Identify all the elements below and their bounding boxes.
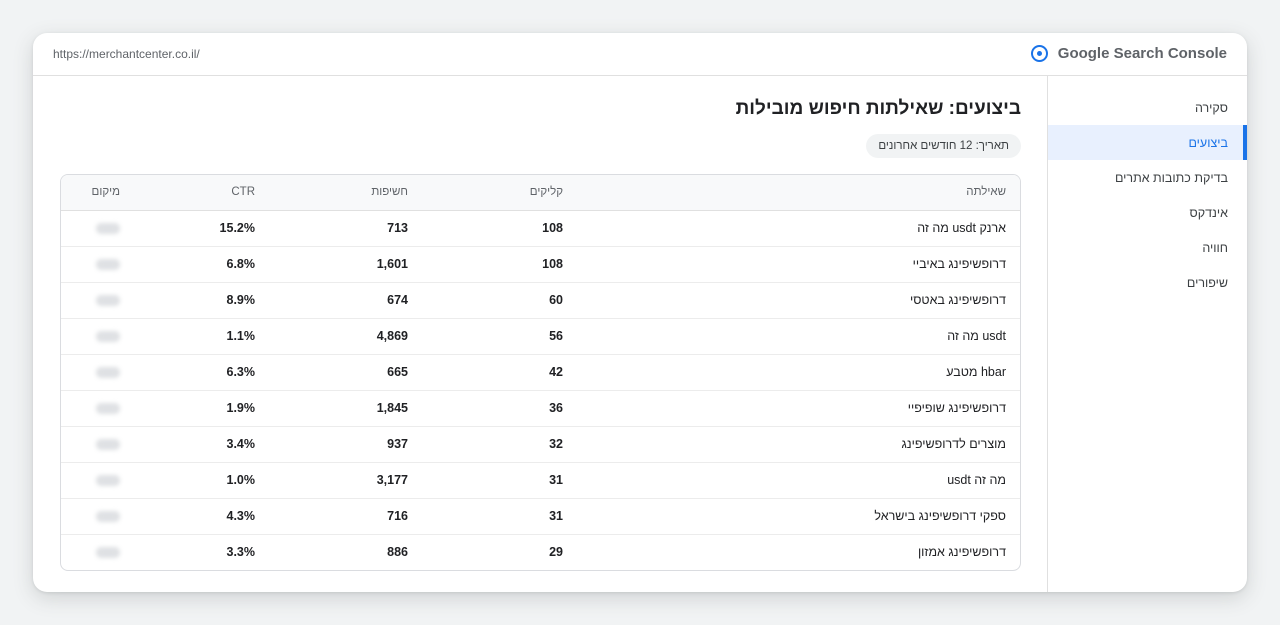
sidebar-item-performance[interactable]: ביצועים	[1048, 125, 1247, 160]
brand[interactable]: Google Search Console	[1030, 45, 1227, 62]
column-header-impressions[interactable]: חשיפות	[255, 175, 408, 211]
cell-query: hbar מטבע	[563, 354, 1020, 391]
cell-query: מה זה usdt	[563, 462, 1020, 499]
cell-position	[61, 282, 120, 319]
cell-impressions: 674	[255, 282, 408, 319]
table-row[interactable]: דרופשיפינג שופיפיי 36 1,845 1.9%	[61, 390, 1020, 427]
table-row[interactable]: usdt מה זה 56 4,869 1.1%	[61, 318, 1020, 355]
redacted-position	[96, 511, 120, 523]
table-row[interactable]: ספקי דרופשיפינג בישראל 31 716 4.3%	[61, 498, 1020, 535]
cell-impressions: 4,869	[255, 318, 408, 355]
column-header-query[interactable]: שאילתה	[563, 175, 1020, 211]
redacted-position	[96, 475, 120, 487]
cell-ctr: 3.3%	[226, 545, 256, 560]
cell-impressions: 716	[255, 498, 408, 535]
table-header-row: שאילתה קליקים חשיפות CTR מיקום	[61, 175, 1020, 211]
table-row[interactable]: ארנק usdt מה זה 108 713 15.2%	[61, 210, 1020, 247]
redacted-position	[96, 223, 120, 235]
cell-ctr: 1.9%	[120, 390, 255, 427]
cell-position	[61, 210, 120, 247]
cell-clicks: 42	[408, 354, 563, 391]
column-header-ctr[interactable]: CTR	[120, 175, 255, 211]
app-window: https://merchantcenter.co.il/ Google Sea…	[33, 33, 1247, 592]
cell-clicks: 60	[408, 282, 563, 319]
search-console-logo-icon	[1030, 45, 1048, 62]
table-row[interactable]: דרופשיפינג אמזון 29 886 3.3%	[61, 534, 1020, 570]
main-content: ביצועים: שאילתות חיפוש מובילות תאריך: 12…	[33, 76, 1047, 592]
cell-clicks: 29	[549, 545, 563, 560]
cell-ctr: 1.0%	[120, 462, 255, 499]
column-header-clicks[interactable]: קליקים	[408, 175, 563, 211]
cell-ctr: 15.2%	[120, 210, 255, 247]
cell-ctr: 6.3%	[120, 354, 255, 391]
cell-position	[61, 390, 120, 427]
cell-ctr: 3.4%	[120, 426, 255, 463]
sidebar-item-overview[interactable]: סקירה	[1048, 90, 1247, 125]
sidebar: סקירה ביצועים בדיקת כתובות אתרים אינדקס …	[1047, 76, 1247, 592]
cell-clicks: 56	[408, 318, 563, 355]
cell-impressions: 1,601	[255, 246, 408, 283]
property-url[interactable]: https://merchantcenter.co.il/	[53, 47, 200, 61]
cell-position	[61, 318, 120, 355]
cell-position	[61, 498, 120, 535]
top-bar: https://merchantcenter.co.il/ Google Sea…	[33, 33, 1247, 76]
redacted-position	[96, 331, 120, 343]
cell-clicks: 31	[408, 462, 563, 499]
cell-ctr: 8.9%	[120, 282, 255, 319]
cell-query: דרופשיפינג באטסי	[563, 282, 1020, 319]
cell-query: דרופשיפינג אמזון	[917, 545, 1006, 560]
cell-ctr: 1.1%	[120, 318, 255, 355]
cell-position	[61, 426, 120, 463]
table-row[interactable]: מה זה usdt 31 3,177 1.0%	[61, 462, 1020, 499]
table-row[interactable]: דרופשיפינג באטסי 60 674 8.9%	[61, 282, 1020, 319]
redacted-position	[96, 439, 120, 451]
cell-impressions: 886	[387, 545, 408, 560]
cell-query: ארנק usdt מה זה	[563, 210, 1020, 247]
queries-table-container: שאילתה קליקים חשיפות CTR מיקום ארנק usdt…	[60, 174, 1021, 571]
cell-query: ספקי דרופשיפינג בישראל	[563, 498, 1020, 535]
cell-clicks: 36	[408, 390, 563, 427]
cell-ctr: 4.3%	[120, 498, 255, 535]
column-header-position[interactable]: מיקום	[61, 175, 120, 211]
sidebar-item-index[interactable]: אינדקס	[1048, 195, 1247, 230]
date-range-chip[interactable]: תאריך: 12 חודשים אחרונים	[866, 134, 1021, 158]
cell-impressions: 665	[255, 354, 408, 391]
cell-query: מוצרים לדרופשיפינג	[563, 426, 1020, 463]
queries-table: שאילתה קליקים חשיפות CTR מיקום ארנק usdt…	[61, 175, 1020, 570]
table-row[interactable]: דרופשיפינג באיביי 108 1,601 6.8%	[61, 246, 1020, 283]
redacted-position	[96, 367, 120, 379]
cell-query: usdt מה זה	[563, 318, 1020, 355]
cell-impressions: 937	[255, 426, 408, 463]
cell-clicks: 31	[408, 498, 563, 535]
cell-query: דרופשיפינג שופיפיי	[563, 390, 1020, 427]
sidebar-item-url-inspection[interactable]: בדיקת כתובות אתרים	[1048, 160, 1247, 195]
cell-impressions: 1,845	[255, 390, 408, 427]
redacted-position	[96, 295, 120, 307]
page-title: ביצועים: שאילתות חיפוש מובילות	[735, 98, 1021, 119]
cell-impressions: 713	[255, 210, 408, 247]
cell-position	[61, 354, 120, 391]
brand-name: Google Search Console	[1057, 45, 1227, 62]
redacted-position	[96, 403, 120, 415]
cell-position	[61, 246, 120, 283]
redacted-position	[96, 259, 120, 271]
table-row[interactable]: מוצרים לדרופשיפינג 32 937 3.4%	[61, 426, 1020, 463]
cell-ctr: 6.8%	[120, 246, 255, 283]
cell-impressions: 3,177	[255, 462, 408, 499]
redacted-position	[96, 547, 120, 559]
table-row[interactable]: hbar מטבע 42 665 6.3%	[61, 354, 1020, 391]
cell-clicks: 108	[408, 246, 563, 283]
cell-query: דרופשיפינג באיביי	[563, 246, 1020, 283]
cell-clicks: 108	[408, 210, 563, 247]
cell-position	[61, 462, 120, 499]
cell-position	[61, 534, 120, 570]
sidebar-item-experience[interactable]: חוויה	[1048, 230, 1247, 265]
sidebar-item-enhancements[interactable]: שיפורים	[1048, 265, 1247, 300]
cell-clicks: 32	[408, 426, 563, 463]
